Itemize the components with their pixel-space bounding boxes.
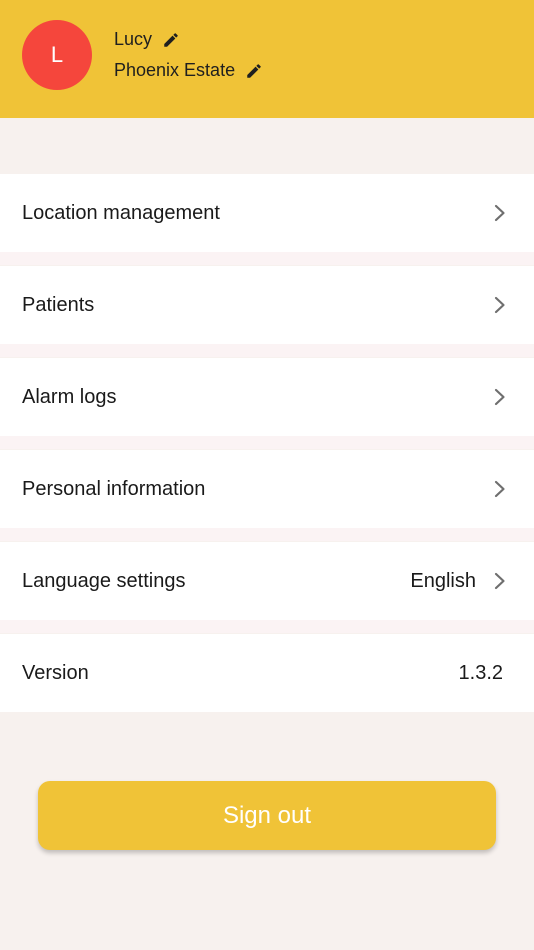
edit-name-pencil-icon[interactable] xyxy=(162,31,180,49)
menu-item-label: Location management xyxy=(22,201,220,224)
menu-item-location-management[interactable]: Location management xyxy=(0,174,534,252)
chevron-right-icon xyxy=(494,572,506,590)
organization-name: Phoenix Estate xyxy=(114,60,236,80)
menu-item-patients[interactable]: Patients xyxy=(0,266,534,344)
user-name: Lucy xyxy=(114,29,153,49)
avatar-initial: L xyxy=(50,42,64,67)
menu-item-language-settings[interactable]: Language settings English xyxy=(0,542,534,620)
profile-organization-row: Phoenix Estate xyxy=(114,60,263,81)
divider xyxy=(0,620,534,633)
avatar[interactable]: L xyxy=(22,20,92,90)
current-language-value: English xyxy=(410,569,476,592)
menu-item-label: Alarm logs xyxy=(22,385,117,408)
divider xyxy=(0,436,534,449)
chevron-right-icon xyxy=(494,480,506,498)
divider xyxy=(0,252,534,265)
menu-item-personal-information[interactable]: Personal information xyxy=(0,450,534,528)
menu-item-label: Personal information xyxy=(22,477,206,500)
version-label: Version xyxy=(22,661,89,684)
profile-header: L Lucy Phoenix Estate xyxy=(0,0,534,118)
menu-item-label: Language settings xyxy=(22,569,186,592)
version-value: 1.3.2 xyxy=(458,661,503,684)
chevron-right-icon xyxy=(494,388,506,406)
version-row: Version 1.3.2 xyxy=(0,634,534,712)
divider xyxy=(0,528,534,541)
menu-item-label: Patients xyxy=(22,293,95,316)
divider xyxy=(0,344,534,357)
edit-organization-pencil-icon[interactable] xyxy=(245,62,263,80)
chevron-right-icon xyxy=(494,204,506,222)
chevron-right-icon xyxy=(494,296,506,314)
menu-item-alarm-logs[interactable]: Alarm logs xyxy=(0,358,534,436)
sign-out-button[interactable]: Sign out xyxy=(38,781,496,850)
profile-name-row: Lucy xyxy=(114,29,180,50)
